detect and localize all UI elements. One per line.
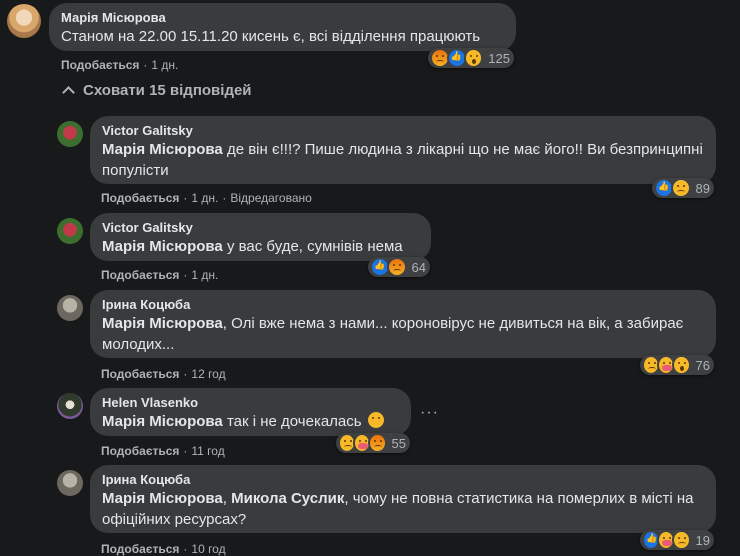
- avatar[interactable]: [7, 4, 41, 38]
- reply-author[interactable]: Victor Galitsky: [102, 123, 704, 139]
- like-button[interactable]: Подобається: [101, 367, 179, 381]
- reply-text: Марія Місюрова, Микола Суслик, чому не п…: [102, 488, 704, 530]
- reaction-count: 89: [695, 180, 710, 196]
- timestamp[interactable]: 11 год: [191, 444, 224, 458]
- like-button[interactable]: Подобається: [101, 268, 179, 282]
- angry-reaction-icon: [386, 257, 407, 277]
- comment-meta: Подобається · 1 дн.: [61, 58, 179, 72]
- reply-meta: Подобається · 1 дн.: [101, 268, 219, 282]
- avatar[interactable]: [57, 393, 83, 419]
- reply-meta: Подобається · 1 дн. · Відредаговано: [101, 191, 312, 205]
- chevron-up-icon: [62, 86, 75, 99]
- reply-text: Марія Місюрова, Олі вже нема з нами... к…: [102, 313, 704, 355]
- sad-reaction-icon: [672, 530, 691, 550]
- reaction-count: 76: [695, 357, 710, 373]
- comment-bubble: Марія Місюрова Станом на 22.00 15.11.20 …: [49, 3, 516, 51]
- reply-bubble: Victor Galitsky Марія Місюрова де він є!…: [90, 116, 716, 184]
- reply-body: у вас буде, сумнівів нема: [222, 238, 403, 255]
- mention-link[interactable]: Марія Місюрова: [102, 413, 223, 430]
- avatar[interactable]: [57, 470, 83, 496]
- comment-text: Станом на 22.00 15.11.20 кисень є, всі в…: [61, 28, 481, 45]
- timestamp[interactable]: 1 дн.: [191, 268, 218, 282]
- sad-reaction-icon: [670, 178, 691, 198]
- reactions-summary[interactable]: 89: [652, 178, 714, 198]
- reply-author[interactable]: Helen Vlasenko: [102, 395, 399, 411]
- like-button[interactable]: Подобається: [61, 58, 139, 72]
- like-button[interactable]: Подобається: [101, 191, 179, 205]
- avatar[interactable]: [57, 121, 83, 147]
- reactions-summary[interactable]: 19: [640, 530, 714, 550]
- wow-reaction-icon: [463, 48, 484, 68]
- reply-author[interactable]: Ірина Коцюба: [102, 297, 704, 313]
- reply-text: Марія Місюрова так і не дочекалась: [102, 411, 399, 432]
- reaction-count: 55: [391, 435, 406, 451]
- timestamp[interactable]: 1 дн.: [151, 58, 178, 72]
- timestamp[interactable]: 10 год: [191, 542, 225, 556]
- reply-meta: Подобається · 10 год: [101, 542, 226, 556]
- reply-body: так і не дочекалась: [222, 413, 362, 430]
- reply-bubble: Ірина Коцюба Марія Місюрова, Микола Сусл…: [90, 465, 716, 533]
- reaction-count: 125: [488, 50, 510, 66]
- mention-separator: ,: [222, 490, 232, 507]
- reply-meta: Подобається · 11 год: [101, 444, 225, 458]
- reply-bubble: Ірина Коцюба Марія Місюрова, Олі вже нем…: [90, 290, 716, 358]
- hide-replies-label: Сховати 15 відповідей: [83, 82, 252, 99]
- mention-link[interactable]: Марія Місюрова: [102, 238, 223, 255]
- comment-author[interactable]: Марія Місюрова: [61, 10, 504, 26]
- mention-link[interactable]: Микола Суслик: [231, 490, 344, 507]
- reaction-count: 64: [411, 259, 426, 275]
- reactions-summary[interactable]: 55: [336, 433, 410, 453]
- mention-link[interactable]: Марія Місюрова: [102, 490, 223, 507]
- reply-meta: Подобається · 12 год: [101, 367, 226, 381]
- reply-author[interactable]: Ірина Коцюба: [102, 472, 704, 488]
- timestamp[interactable]: 1 дн.: [191, 191, 218, 205]
- reply-text: Марія Місюрова де він є!!!? Пише людина …: [102, 139, 704, 181]
- mention-link[interactable]: Марія Місюрова: [102, 315, 223, 332]
- angry-reaction-icon: [368, 433, 387, 453]
- hide-replies-button[interactable]: Сховати 15 відповідей: [62, 82, 252, 99]
- reaction-count: 19: [695, 532, 710, 548]
- timestamp[interactable]: 12 год: [191, 367, 225, 381]
- avatar[interactable]: [57, 295, 83, 321]
- like-button[interactable]: Подобається: [101, 542, 179, 556]
- reply-text: Марія Місюрова у вас буде, сумнівів нема: [102, 236, 419, 257]
- reply-bubble: Helen Vlasenko Марія Місюрова так і не д…: [90, 388, 411, 436]
- avatar[interactable]: [57, 218, 83, 244]
- reply-author[interactable]: Victor Galitsky: [102, 220, 419, 236]
- like-button[interactable]: Подобається: [101, 444, 179, 458]
- reply-bubble: Victor Galitsky Марія Місюрова у вас буд…: [90, 213, 431, 261]
- mention-link[interactable]: Марія Місюрова: [102, 141, 223, 158]
- wow-reaction-icon: [672, 355, 691, 375]
- reactions-summary[interactable]: 125: [428, 48, 514, 68]
- reactions-summary[interactable]: 76: [640, 355, 714, 375]
- reactions-summary[interactable]: 64: [368, 257, 430, 277]
- sad-emoji-icon: [367, 412, 384, 428]
- edited-label: Відредаговано: [230, 191, 312, 205]
- more-options-icon[interactable]: ···: [420, 404, 439, 422]
